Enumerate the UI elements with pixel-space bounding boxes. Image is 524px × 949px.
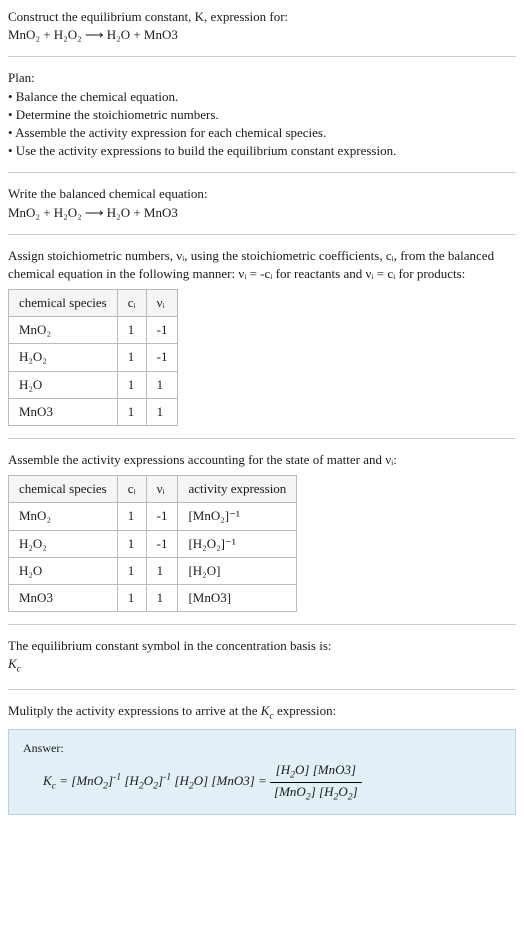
table-row: MnO3 1 1 — [9, 398, 178, 425]
stoich-text: Assign stoichiometric numbers, νᵢ, using… — [8, 247, 516, 283]
plan-heading: Plan: — [8, 69, 516, 87]
divider — [8, 56, 516, 57]
balanced-equation: MnO₂ + H₂O₂ ⟶ H₂O + MnO3 — [8, 204, 516, 222]
table-cell: 1 — [117, 398, 146, 425]
symbol-kc: Kc — [8, 655, 516, 676]
table-row: MnO3 1 1 [MnO3] — [9, 584, 297, 611]
multiply-section: Mulitply the activity expressions to arr… — [8, 702, 516, 723]
table-row: MnO₂ 1 -1 [MnO₂]⁻¹ — [9, 503, 297, 530]
table-cell: -1 — [146, 503, 178, 530]
table-header: νᵢ — [146, 476, 178, 503]
divider — [8, 234, 516, 235]
table-row: H₂O₂ 1 -1 — [9, 344, 178, 371]
symbol-section: The equilibrium constant symbol in the c… — [8, 637, 516, 676]
table-cell: MnO₂ — [9, 503, 118, 530]
table-cell: [MnO3] — [178, 584, 297, 611]
table-cell: [H₂O] — [178, 557, 297, 584]
answer-label: Answer: — [23, 740, 501, 757]
table-header: chemical species — [9, 476, 118, 503]
table-cell: 1 — [117, 530, 146, 557]
table-row: H₂O₂ 1 -1 [H₂O₂]⁻¹ — [9, 530, 297, 557]
answer-expression: Kc = [MnO2]-1 [H2O2]-1 [H2O] [MnO3] = [H… — [23, 761, 501, 804]
table-cell: 1 — [146, 557, 178, 584]
plan-item: • Balance the chemical equation. — [8, 88, 516, 106]
table-cell: 1 — [117, 503, 146, 530]
fraction-numerator: [H2O] [MnO3] — [270, 761, 362, 783]
plan-item: • Determine the stoichiometric numbers. — [8, 106, 516, 124]
table-cell: MnO3 — [9, 584, 118, 611]
plan-item: • Use the activity expressions to build … — [8, 142, 516, 160]
table-row: MnO₂ 1 -1 — [9, 317, 178, 344]
table-cell: -1 — [146, 317, 178, 344]
intro-section: Construct the equilibrium constant, K, e… — [8, 8, 516, 44]
multiply-text: Mulitply the activity expressions to arr… — [8, 702, 516, 723]
activity-text: Assemble the activity expressions accoun… — [8, 451, 516, 469]
table-cell: 1 — [117, 371, 146, 398]
table-header: activity expression — [178, 476, 297, 503]
divider — [8, 172, 516, 173]
intro-line1: Construct the equilibrium constant, K, e… — [8, 8, 516, 26]
table-cell: -1 — [146, 530, 178, 557]
table-cell: 1 — [146, 371, 178, 398]
table-cell: H₂O₂ — [9, 530, 118, 557]
table-cell: 1 — [117, 317, 146, 344]
activity-table: chemical species cᵢ νᵢ activity expressi… — [8, 475, 297, 612]
intro-text: Construct the equilibrium constant, K, e… — [8, 9, 288, 24]
table-cell: 1 — [117, 584, 146, 611]
plan-item: • Assemble the activity expression for e… — [8, 124, 516, 142]
stoich-section: Assign stoichiometric numbers, νᵢ, using… — [8, 247, 516, 426]
table-row: H₂O 1 1 — [9, 371, 178, 398]
table-cell: 1 — [117, 344, 146, 371]
divider — [8, 438, 516, 439]
table-cell: MnO3 — [9, 398, 118, 425]
table-header-row: chemical species cᵢ νᵢ activity expressi… — [9, 476, 297, 503]
divider — [8, 624, 516, 625]
table-row: H₂O 1 1 [H₂O] — [9, 557, 297, 584]
stoich-table: chemical species cᵢ νᵢ MnO₂ 1 -1 H₂O₂ 1 … — [8, 289, 178, 426]
table-cell: [H₂O₂]⁻¹ — [178, 530, 297, 557]
table-header-row: chemical species cᵢ νᵢ — [9, 290, 178, 317]
table-header: chemical species — [9, 290, 118, 317]
divider — [8, 689, 516, 690]
table-header: νᵢ — [146, 290, 178, 317]
table-cell: 1 — [117, 557, 146, 584]
table-header: cᵢ — [117, 476, 146, 503]
fraction-denominator: [MnO2] [H2O2] — [270, 783, 362, 804]
table-cell: 1 — [146, 584, 178, 611]
table-cell: MnO₂ — [9, 317, 118, 344]
intro-equation: MnO₂ + H₂O₂ ⟶ H₂O + MnO3 — [8, 26, 516, 44]
activity-section: Assemble the activity expressions accoun… — [8, 451, 516, 612]
table-cell: 1 — [146, 398, 178, 425]
answer-lhs: Kc = [MnO2]-1 [H2O2]-1 [H2O] [MnO3] = — [43, 773, 270, 788]
table-cell: H₂O₂ — [9, 344, 118, 371]
table-cell: H₂O — [9, 371, 118, 398]
symbol-text: The equilibrium constant symbol in the c… — [8, 637, 516, 655]
plan-section: Plan: • Balance the chemical equation. •… — [8, 69, 516, 160]
answer-fraction: [H2O] [MnO3] [MnO2] [H2O2] — [270, 761, 362, 804]
answer-box: Answer: Kc = [MnO2]-1 [H2O2]-1 [H2O] [Mn… — [8, 729, 516, 815]
table-cell: -1 — [146, 344, 178, 371]
balanced-heading: Write the balanced chemical equation: — [8, 185, 516, 203]
table-header: cᵢ — [117, 290, 146, 317]
balanced-section: Write the balanced chemical equation: Mn… — [8, 185, 516, 221]
table-cell: H₂O — [9, 557, 118, 584]
table-cell: [MnO₂]⁻¹ — [178, 503, 297, 530]
